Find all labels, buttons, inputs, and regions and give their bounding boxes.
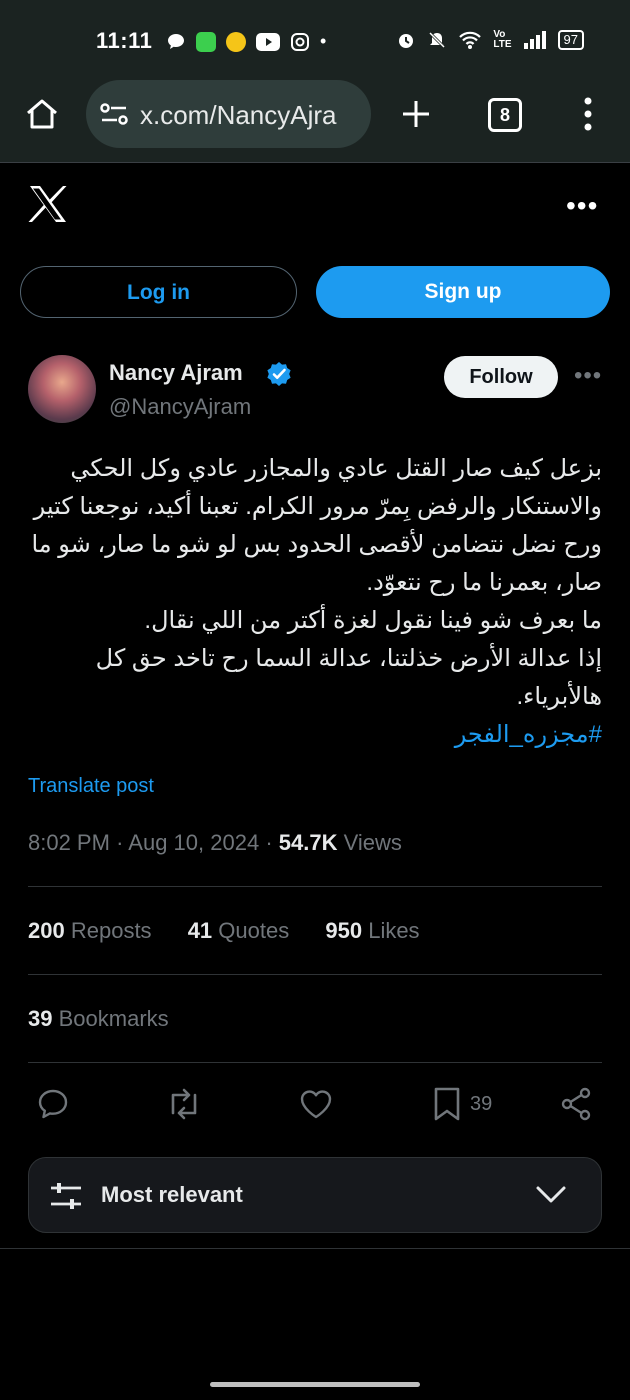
reply-icon [38,1089,68,1119]
share-icon [561,1087,591,1121]
login-button[interactable]: Log in [20,266,297,318]
app-yellow-icon [226,31,246,52]
hashtag-link[interactable]: #مجزره_الفجر [455,721,602,748]
signup-button[interactable]: Sign up [316,266,610,318]
bookmark-button[interactable]: 39 [432,1082,492,1126]
avatar[interactable] [28,355,96,423]
home-indicator[interactable] [210,1382,420,1387]
like-button[interactable] [298,1082,334,1126]
dot-icon: • [320,31,327,51]
reposts-stat[interactable]: 200 Reposts [28,918,152,943]
quotes-count: 41 [187,918,213,943]
meta-separator: · [116,830,129,855]
tweet-line: بزعل كيف صار القتل عادي والمجازر عادي وك… [70,455,602,482]
quotes-stat[interactable]: 41 Quotes [188,918,290,943]
chat-bubble-icon [168,33,184,49]
quotes-label: Quotes [218,918,290,943]
youtube-icon [256,32,280,51]
app-green-icon [196,31,216,52]
alarm-icon [399,34,414,48]
reposts-count: 200 [28,918,65,943]
tweet-line: والاستنكار والرفض بِمرّ مرور الكرام. تعب… [33,493,602,520]
tweet-line: إذا عدالة الأرض خذلتنا، عدالة السما رح ت… [95,645,602,672]
engagement-stats: 200 Reposts 41 Quotes 950 Likes [28,918,450,944]
bookmark-icon [434,1087,460,1121]
tweet-date[interactable]: Aug 10, 2024 [128,830,259,855]
translate-post-link[interactable]: Translate post [28,775,154,798]
bookmarks-label: Bookmarks [58,1006,169,1031]
sliders-icon [51,1183,81,1209]
user-handle[interactable]: @NancyAjram [109,394,251,420]
display-name[interactable]: Nancy Ajram [109,360,243,386]
action-bar: 39 [0,1082,630,1126]
instagram-icon [291,32,309,51]
views-label: Views [343,830,402,855]
site-settings-icon[interactable] [100,102,128,126]
tweet-line: هالأبرياء. [516,683,602,710]
verified-badge-icon [267,362,291,386]
battery-icon: 97 [557,30,584,50]
tweet-line: ورح نضل نتضامن لأقصى الحدود بس لو شو ما … [31,531,602,558]
tweet-line: ما بعرف شو فينا نقول لغزة أكتر من اللي ن… [144,607,602,634]
bookmark-action-count: 39 [470,1092,493,1115]
browser-toolbar: x.com/NancyAjra 8 [0,80,630,163]
notification-icons: • [166,31,326,52]
mute-bell-icon [429,31,446,49]
sort-label: Most relevant [101,1182,243,1207]
bookmarks-stat[interactable]: 39 Bookmarks [28,1006,169,1032]
tweet-meta: 8:02 PM · Aug 10, 2024 · 54.7K Views [28,830,402,856]
reply-sort-dropdown[interactable]: Most relevant [28,1157,602,1233]
status-time: 11:11 [96,28,153,53]
chevron-down-icon [536,1186,566,1203]
divider [28,1062,602,1063]
reposts-label: Reposts [70,918,152,943]
system-icons: Vo LTE 97 [396,30,584,50]
home-icon[interactable] [24,96,60,132]
tweet-line: صار، بعمرنا ما رح نتعوّد. [366,569,602,596]
tweet-time[interactable]: 8:02 PM [28,830,110,855]
likes-stat[interactable]: 950 Likes [325,918,419,943]
menu-kebab-icon[interactable] [578,96,598,132]
divider [28,974,602,975]
views-count: 54.7K [278,830,338,855]
status-bar: 11:11 • Vo LTE 97 [0,0,630,80]
volte-icon: Vo LTE [493,29,512,50]
url-text[interactable]: x.com/NancyAjra [140,100,360,131]
new-tab-icon[interactable] [400,98,432,130]
bookmarks-count: 39 [28,1006,53,1031]
likes-count: 950 [325,918,363,943]
heart-icon [300,1090,332,1119]
signal-icon [523,31,546,49]
tweet-text: بزعل كيف صار القتل عادي والمجازر عادي وك… [28,450,602,754]
divider [28,886,602,887]
repost-icon [171,1088,197,1120]
tweet-more-icon[interactable]: ••• [574,362,602,390]
address-bar[interactable]: x.com/NancyAjra [86,80,371,148]
repost-button[interactable] [165,1082,203,1126]
wifi-icon [459,31,482,49]
tab-switcher-button[interactable]: 8 [488,98,522,132]
meta-separator: · [265,830,279,855]
more-options-icon[interactable]: ••• [566,190,598,222]
follow-button[interactable]: Follow [444,356,558,398]
share-button[interactable] [560,1082,592,1126]
x-logo-icon[interactable] [28,184,68,224]
reply-button[interactable] [36,1082,70,1126]
divider [0,1248,630,1249]
likes-label: Likes [368,918,420,943]
